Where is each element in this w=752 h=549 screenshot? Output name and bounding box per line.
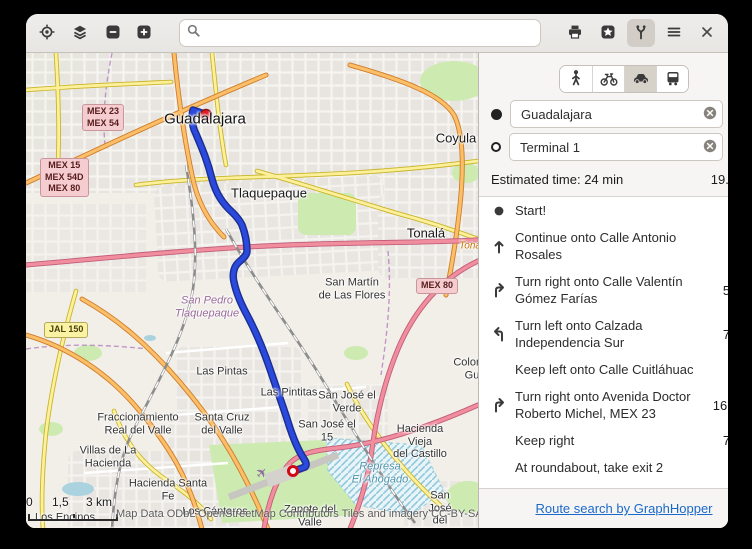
zoom-in-button[interactable] bbox=[130, 19, 158, 47]
clear-icon bbox=[703, 139, 717, 156]
screenshot-background: { "header": { "search": {"value": "", "p… bbox=[0, 0, 752, 549]
mode-walk-tab[interactable] bbox=[560, 66, 592, 92]
mode-transit-tab[interactable] bbox=[656, 66, 688, 92]
route-step-start[interactable]: Start! bbox=[479, 197, 728, 224]
route-summary: Estimated time: 24 min 19.6 km bbox=[479, 161, 728, 197]
gnome-maps-window: GuadalajaraTlaquepaqueTonaláCoyulaSan Ma… bbox=[26, 14, 728, 528]
search-entry[interactable] bbox=[179, 19, 541, 47]
bicycle-icon bbox=[599, 68, 619, 91]
transport-mode-tabs bbox=[559, 65, 689, 93]
mode-car-tab[interactable] bbox=[624, 66, 656, 92]
current-location-button[interactable] bbox=[33, 19, 61, 47]
scale-bar bbox=[28, 514, 118, 521]
route-from-row bbox=[479, 100, 728, 128]
scale-label: 3 km bbox=[86, 495, 112, 509]
total-distance: 19.6 km bbox=[711, 172, 728, 187]
mode-bike-tab[interactable] bbox=[592, 66, 624, 92]
route-icon bbox=[633, 24, 649, 43]
print-route-button[interactable] bbox=[561, 19, 589, 47]
car-icon bbox=[631, 68, 651, 91]
pedestrian-icon bbox=[566, 68, 586, 91]
route-step[interactable]: Turn right onto Calle Valentín Gómez Far… bbox=[479, 268, 728, 312]
turn-left-icon bbox=[489, 326, 509, 342]
route-sidebar: Estimated time: 24 min 19.6 km Start! Co… bbox=[478, 53, 728, 528]
zoom-out-button[interactable] bbox=[99, 19, 127, 47]
primary-menu-button[interactable] bbox=[660, 19, 688, 47]
continue-straight-icon bbox=[489, 238, 509, 254]
route-to-entry[interactable] bbox=[509, 133, 723, 161]
route-step[interactable]: Keep right 761 m bbox=[479, 427, 728, 454]
graphhopper-link[interactable]: Route search by GraphHopper bbox=[535, 501, 712, 516]
zoom-out-icon bbox=[105, 24, 121, 43]
close-window-button[interactable] bbox=[693, 19, 721, 47]
search-icon bbox=[186, 23, 201, 43]
sidebar-footer: Route search by GraphHopper bbox=[479, 488, 728, 528]
clear-to-button[interactable] bbox=[703, 139, 717, 156]
estimated-time: Estimated time: 24 min bbox=[491, 172, 623, 187]
clear-icon bbox=[703, 106, 717, 123]
layers-icon bbox=[72, 24, 88, 43]
current-location-icon bbox=[39, 24, 55, 43]
route-step[interactable]: At roundabout, take exit 2 bbox=[479, 454, 728, 481]
route-from-entry[interactable] bbox=[510, 100, 723, 128]
scale-label: 0 bbox=[26, 495, 33, 509]
turn-right-icon bbox=[489, 282, 509, 298]
route-step[interactable]: Turn right onto Avenida Doctor Roberto M… bbox=[479, 383, 728, 427]
route-step[interactable]: Continue onto Calle Antonio Rosales 11 m bbox=[479, 224, 728, 268]
route-step[interactable]: Keep left onto Calle Cuitláhuac 25 m bbox=[479, 356, 728, 383]
scale-label: 1,5 bbox=[52, 495, 69, 509]
close-icon bbox=[699, 24, 715, 43]
map-graphics bbox=[26, 53, 478, 528]
route-to-input[interactable] bbox=[518, 139, 699, 156]
favorites-star-icon bbox=[600, 24, 616, 43]
bus-icon bbox=[663, 68, 683, 91]
turn-right-icon bbox=[489, 397, 509, 413]
route-instructions-list: Start! Continue onto Calle Antonio Rosal… bbox=[479, 197, 728, 488]
layers-button[interactable] bbox=[66, 19, 94, 47]
route-end-marker bbox=[289, 467, 298, 476]
print-icon bbox=[567, 24, 583, 43]
map-canvas[interactable]: GuadalajaraTlaquepaqueTonaláCoyulaSan Ma… bbox=[26, 53, 478, 528]
headerbar bbox=[26, 14, 728, 53]
route-to-row bbox=[479, 133, 728, 161]
start-dot-icon bbox=[489, 203, 509, 219]
map-scale: 0 1,5 3 km bbox=[28, 499, 118, 521]
zoom-in-icon bbox=[136, 24, 152, 43]
route-start-bullet bbox=[491, 109, 502, 120]
search-input[interactable] bbox=[205, 25, 534, 42]
map-attribution: Map Data ODbL OpenStreetMap Contributors… bbox=[116, 508, 478, 520]
clear-from-button[interactable] bbox=[703, 106, 717, 123]
zoom-button-group bbox=[99, 19, 158, 47]
route-toggle-button[interactable] bbox=[627, 19, 655, 47]
route-start-marker bbox=[201, 110, 212, 121]
route-end-bullet bbox=[491, 142, 501, 152]
hamburger-menu-icon bbox=[666, 24, 682, 43]
route-step[interactable]: Turn left onto Calzada Independencia Sur… bbox=[479, 312, 728, 356]
route-from-input[interactable] bbox=[519, 106, 699, 123]
favorites-button[interactable] bbox=[594, 19, 622, 47]
